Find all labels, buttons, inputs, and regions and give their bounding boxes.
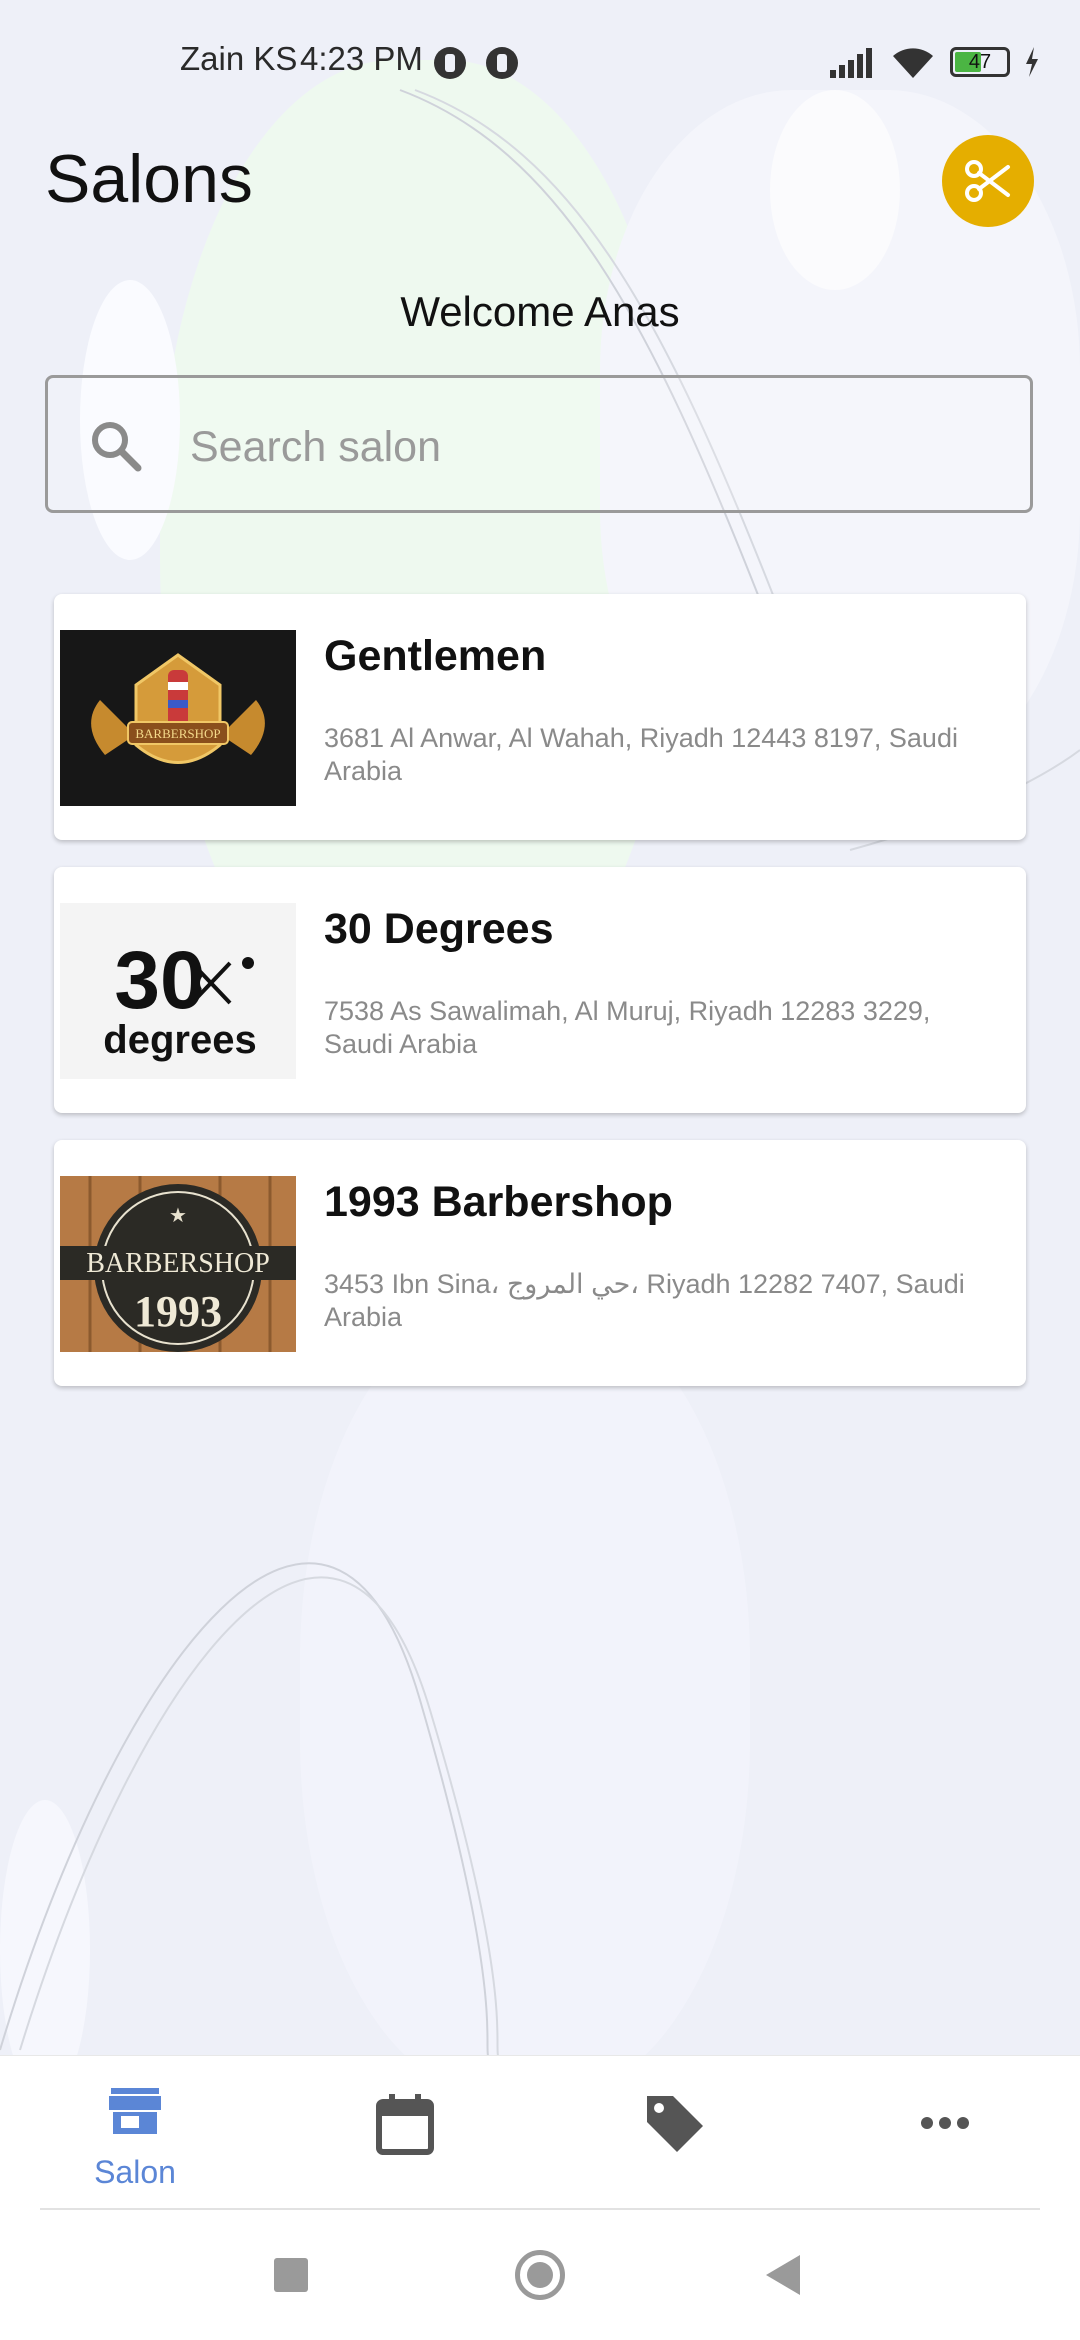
1993-barbershop-logo: ★ BARBERSHOP 1993 xyxy=(60,1176,296,1352)
notification-icon xyxy=(434,47,466,79)
salon-name: Gentlemen xyxy=(324,632,547,680)
salon-address: 3453 Ibn Sina، حي المروج، Riyadh 12282 7… xyxy=(324,1269,965,1332)
logo-text: 30 xyxy=(114,935,205,1026)
more-icon xyxy=(921,2117,969,2129)
salon-address: 3681 Al Anwar, Al Wahah, Riyadh 12443 81… xyxy=(324,723,958,786)
back-button[interactable] xyxy=(764,2253,804,2297)
calendar-icon xyxy=(376,2094,434,2155)
bottom-nav: Salon xyxy=(0,2055,1080,2211)
nav-label-salon: Salon xyxy=(94,2154,176,2190)
store-icon xyxy=(109,2088,161,2134)
salon-list: BARBERSHOP Gentlemen 3681 Al Anwar, Al W… xyxy=(54,594,1026,1413)
logo-text: degrees xyxy=(103,1018,256,1062)
search-input[interactable] xyxy=(188,408,992,486)
logo-text: BARBERSHOP xyxy=(135,726,220,741)
battery-icon: 47 xyxy=(950,47,1010,77)
logo-text: 1993 xyxy=(134,1287,222,1336)
salon-card-30-degrees[interactable]: 30 degrees 30 Degrees 7538 As Sawalimah,… xyxy=(54,867,1026,1113)
tag-icon xyxy=(647,2096,703,2152)
notification-icon xyxy=(486,47,518,79)
signal-icon xyxy=(830,48,872,78)
scissors-icon xyxy=(965,160,1010,202)
nav-item-offers[interactable] xyxy=(605,2086,745,2196)
recents-button[interactable] xyxy=(274,2258,308,2292)
battery-level: 47 xyxy=(968,51,992,73)
welcome-text: Welcome Anas xyxy=(400,288,680,335)
gentlemen-logo: BARBERSHOP xyxy=(60,630,296,806)
logo-text: BARBERSHOP xyxy=(86,1248,270,1279)
nav-item-more[interactable] xyxy=(875,2086,1015,2196)
charging-icon xyxy=(1026,47,1038,77)
salon-name: 1993 Barbershop xyxy=(324,1178,673,1226)
status-bar: Zain KS 4:23 PM 47 xyxy=(0,0,1080,90)
svg-text:★: ★ xyxy=(169,1203,187,1227)
wifi-icon xyxy=(893,48,933,78)
30-degrees-logo: 30 degrees xyxy=(60,903,296,1079)
nav-item-calendar[interactable] xyxy=(335,2086,475,2196)
scissors-button[interactable] xyxy=(942,135,1034,227)
nav-item-salon[interactable]: Salon xyxy=(65,2086,205,2196)
search-icon xyxy=(92,422,142,472)
search-box[interactable] xyxy=(45,375,1033,513)
status-time: 4:23 PM xyxy=(300,40,423,77)
system-nav-bar xyxy=(0,2210,1080,2340)
page-title: Salons xyxy=(45,141,253,217)
salon-name: 30 Degrees xyxy=(324,905,554,953)
home-button[interactable] xyxy=(515,2250,565,2300)
salon-address: 7538 As Sawalimah, Al Muruj, Riyadh 1228… xyxy=(324,996,931,1059)
salon-card-gentlemen[interactable]: BARBERSHOP Gentlemen 3681 Al Anwar, Al W… xyxy=(54,594,1026,840)
salon-card-1993-barbershop[interactable]: ★ BARBERSHOP 1993 1993 Barbershop 3453 I… xyxy=(54,1140,1026,1386)
carrier-name: Zain KS xyxy=(180,40,298,77)
